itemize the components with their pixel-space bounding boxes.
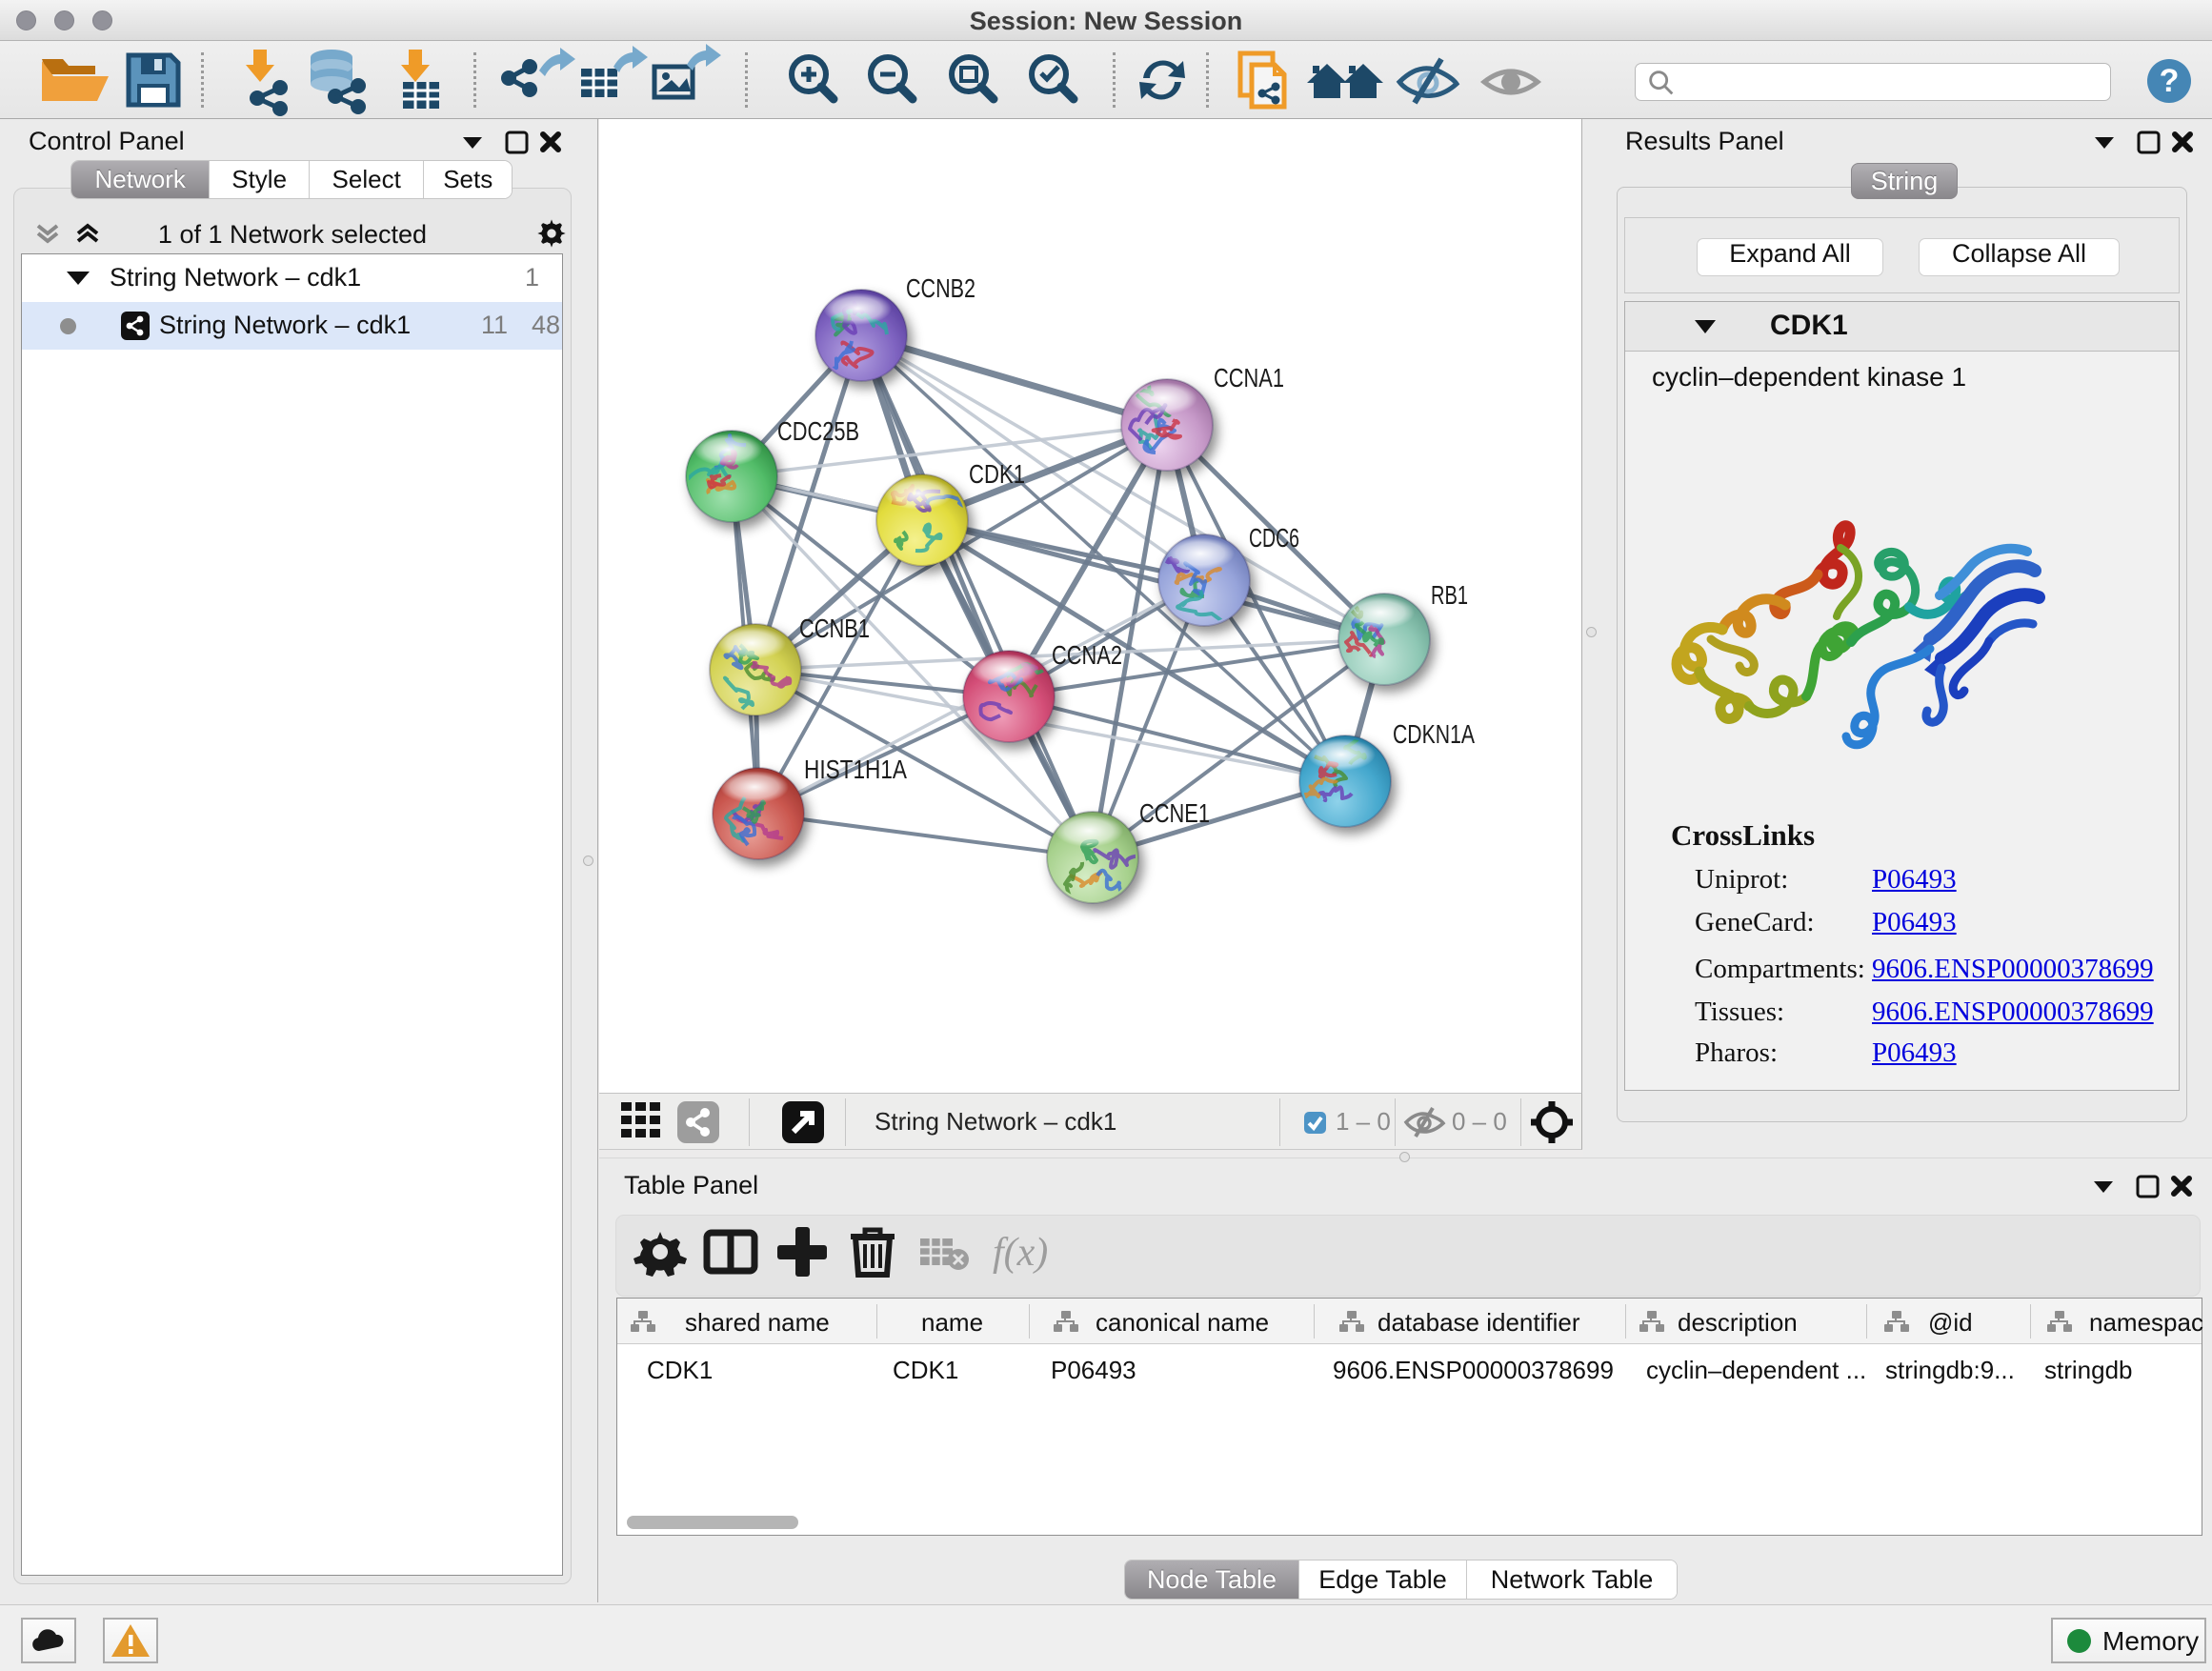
svg-text:CCNA1: CCNA1 — [1214, 363, 1284, 393]
svg-text:HIST1H1A: HIST1H1A — [804, 755, 907, 784]
svg-text:f(x): f(x) — [993, 1231, 1048, 1275]
svg-text:CCNB2: CCNB2 — [906, 273, 975, 303]
svg-text:CDC6: CDC6 — [1249, 523, 1299, 553]
svg-text:CDKN1A: CDKN1A — [1393, 719, 1475, 749]
svg-text:CDC25B: CDC25B — [777, 416, 859, 446]
svg-text:RB1: RB1 — [1431, 580, 1468, 610]
svg-text:CCNE1: CCNE1 — [1139, 798, 1210, 828]
svg-text:CCNB1: CCNB1 — [799, 614, 870, 643]
svg-text:CCNA2: CCNA2 — [1052, 640, 1122, 670]
svg-text:CDK1: CDK1 — [969, 459, 1025, 489]
